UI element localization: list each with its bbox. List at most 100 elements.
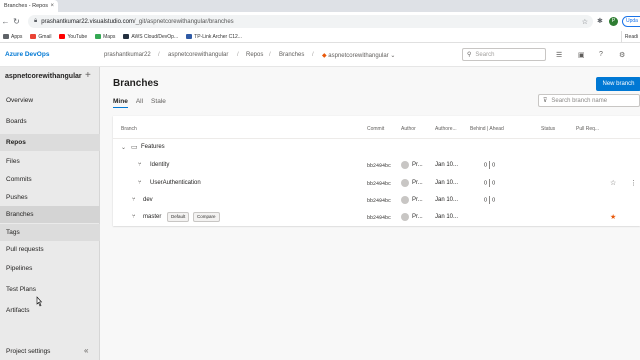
sidebar-item-overview[interactable]: Overview [0,92,100,109]
folder-row[interactable]: ⌄ ▭ Features [113,139,640,156]
sidebar-item-pushes[interactable]: Pushes [0,189,100,206]
browser-tab[interactable]: Branches - Repos × [0,0,58,12]
sidebar-item-label: Overview [6,97,34,104]
project-name[interactable]: aspnetcorewithangular [5,73,82,80]
tab-all[interactable]: All [136,98,143,105]
browser-toolbar: ← ↻ 🔒︎ prashantkumar22.visualstudio.com … [0,12,640,31]
column-header-behind-ahead[interactable]: Behind | Ahead [470,126,504,132]
column-header-pull-requests[interactable]: Pull Req... [576,126,599,132]
bookmark-item[interactable]: TP-Link Archer C12... [186,34,242,40]
bookmark-label: Apps [11,33,23,40]
marketplace-icon[interactable]: ▣ [578,51,585,59]
author-avatar [401,179,409,187]
author-name: Pr... [412,180,423,186]
breadcrumb-separator: / [312,52,314,58]
chevron-down-icon[interactable]: ⌄ [121,144,126,151]
table-row[interactable]: ⑂ Identity bb2494bc Pr... Jan 10... 00 [113,157,640,174]
bookmark-item[interactable]: AWS Cloud/DevOp... [123,34,178,40]
list-settings-icon[interactable]: ☰ [556,51,562,59]
tab-mine[interactable]: Mine [113,98,128,108]
authored-date: Jan 10... [435,180,459,186]
bookmark-item[interactable]: YouTube [59,34,87,40]
branch-icon: ⑂ [138,180,142,186]
new-branch-button[interactable]: New branch [596,77,640,91]
repo-name: aspnetcorewithangular [328,53,389,59]
reload-icon[interactable]: ↻ [11,17,22,26]
sidebar-item-pull-requests[interactable]: Pull requests [0,241,100,258]
compare-badge[interactable]: Compare [193,212,220,222]
table-row[interactable]: ⑂ master Default Compare bb2494bc Pr... … [113,209,640,226]
address-bar[interactable]: 🔒︎ prashantkumar22.visualstudio.com /_gi… [28,15,593,28]
bookmark-item[interactable]: Gmail [30,34,51,40]
column-header-status[interactable]: Status [541,126,555,132]
bookmark-favicon-icon [30,34,37,39]
repo-selector[interactable]: ◆ aspnetcorewithangular ⌄ [322,52,395,59]
tab-title: Branches - Repos [4,3,49,9]
commit-id[interactable]: bb2494bc [367,215,391,221]
sidebar-item-label: Test Plans [6,286,36,293]
sidebar-item-pipelines[interactable]: Pipelines [0,260,100,277]
folder-icon: ▭ [131,144,138,151]
chevron-down-icon: ⌄ [390,53,396,59]
update-button[interactable]: Upda [622,16,640,27]
commit-id[interactable]: bb2494bc [367,198,391,204]
bookmark-star-icon[interactable]: ☆ [582,18,588,26]
page-title: Branches [113,78,159,89]
favorite-star-icon[interactable]: ☆ [610,179,616,187]
author-name: Pr... [412,214,423,220]
profile-avatar[interactable]: P [609,17,618,26]
close-tab-icon[interactable]: × [50,3,54,9]
bookmark-item[interactable]: Apps [3,34,22,40]
sidebar-item-commits[interactable]: Commits [0,171,100,188]
bookmark-favicon-icon [186,34,193,39]
branches-table: Branch Commit Author Authore... Behind |… [113,116,640,226]
ahead-count: 0 [492,180,496,187]
user-settings-icon[interactable]: ⚙ [619,51,625,59]
add-icon[interactable]: + [85,70,91,81]
author-avatar [401,161,409,169]
column-header-authored[interactable]: Authore... [435,126,457,132]
commit-id[interactable]: bb2494bc [367,181,391,187]
bookmark-item[interactable]: Maps [95,34,115,40]
branch-search-input[interactable]: ⊽ Search branch name [538,94,640,107]
ado-header: Azure DevOps prashantkumar22 / aspnetcor… [0,43,640,67]
column-header-commit[interactable]: Commit [367,126,384,132]
back-icon[interactable]: ← [0,17,11,26]
author-name: Pr... [412,162,423,168]
sidebar-item-boards[interactable]: Boards [0,113,100,130]
reading-list[interactable]: Readi [620,31,638,43]
azure-devops-logo[interactable]: Azure DevOps [5,51,49,58]
breadcrumb-project[interactable]: aspnetcorewithangular [168,52,228,58]
sidebar-item-repos[interactable]: Repos [0,134,100,151]
sidebar-item-label: Commits [6,176,32,183]
more-actions-icon[interactable]: ⋮ [630,179,637,187]
table-row[interactable]: ⑂ UserAuthentication bb2494bc Pr... Jan … [113,175,640,192]
bookmark-favicon-icon [3,34,9,39]
collapse-sidebar-icon[interactable]: « [84,346,88,355]
author-avatar [401,213,409,221]
search-input[interactable]: ⚲ Search [462,48,546,61]
sidebar-item-tags[interactable]: Tags [0,224,100,241]
sidebar-item-branches[interactable]: Branches [0,206,100,223]
sidebar-item-test-plans[interactable]: Test Plans [0,281,100,298]
branch-name[interactable]: Identity [150,162,169,168]
table-row[interactable]: ⑂ dev bb2494bc Pr... Jan 10... 00 [113,192,640,209]
breadcrumb-org[interactable]: prashantkumar22 [104,52,151,58]
sidebar-item-label: Pipelines [6,265,33,272]
column-header-author[interactable]: Author [401,126,416,132]
help-icon[interactable]: ? [599,51,603,58]
branch-name[interactable]: UserAuthentication [150,180,201,186]
sidebar-item-files[interactable]: Files [0,153,100,170]
favorite-star-icon[interactable]: ★ [610,213,616,221]
sidebar-item-artifacts[interactable]: Artifacts [0,302,100,319]
project-settings-link[interactable]: Project settings [6,348,50,355]
extensions-icon[interactable]: ✱ [597,17,603,25]
column-header-branch[interactable]: Branch [121,126,137,132]
commit-id[interactable]: bb2494bc [367,163,391,169]
branch-name[interactable]: master [143,214,161,220]
branch-name[interactable]: dev [143,197,153,203]
breadcrumb-branches[interactable]: Branches [279,52,304,58]
bookmark-label: Gmail [38,33,52,40]
tab-stale[interactable]: Stale [151,98,166,105]
breadcrumb-repos[interactable]: Repos [246,52,263,58]
